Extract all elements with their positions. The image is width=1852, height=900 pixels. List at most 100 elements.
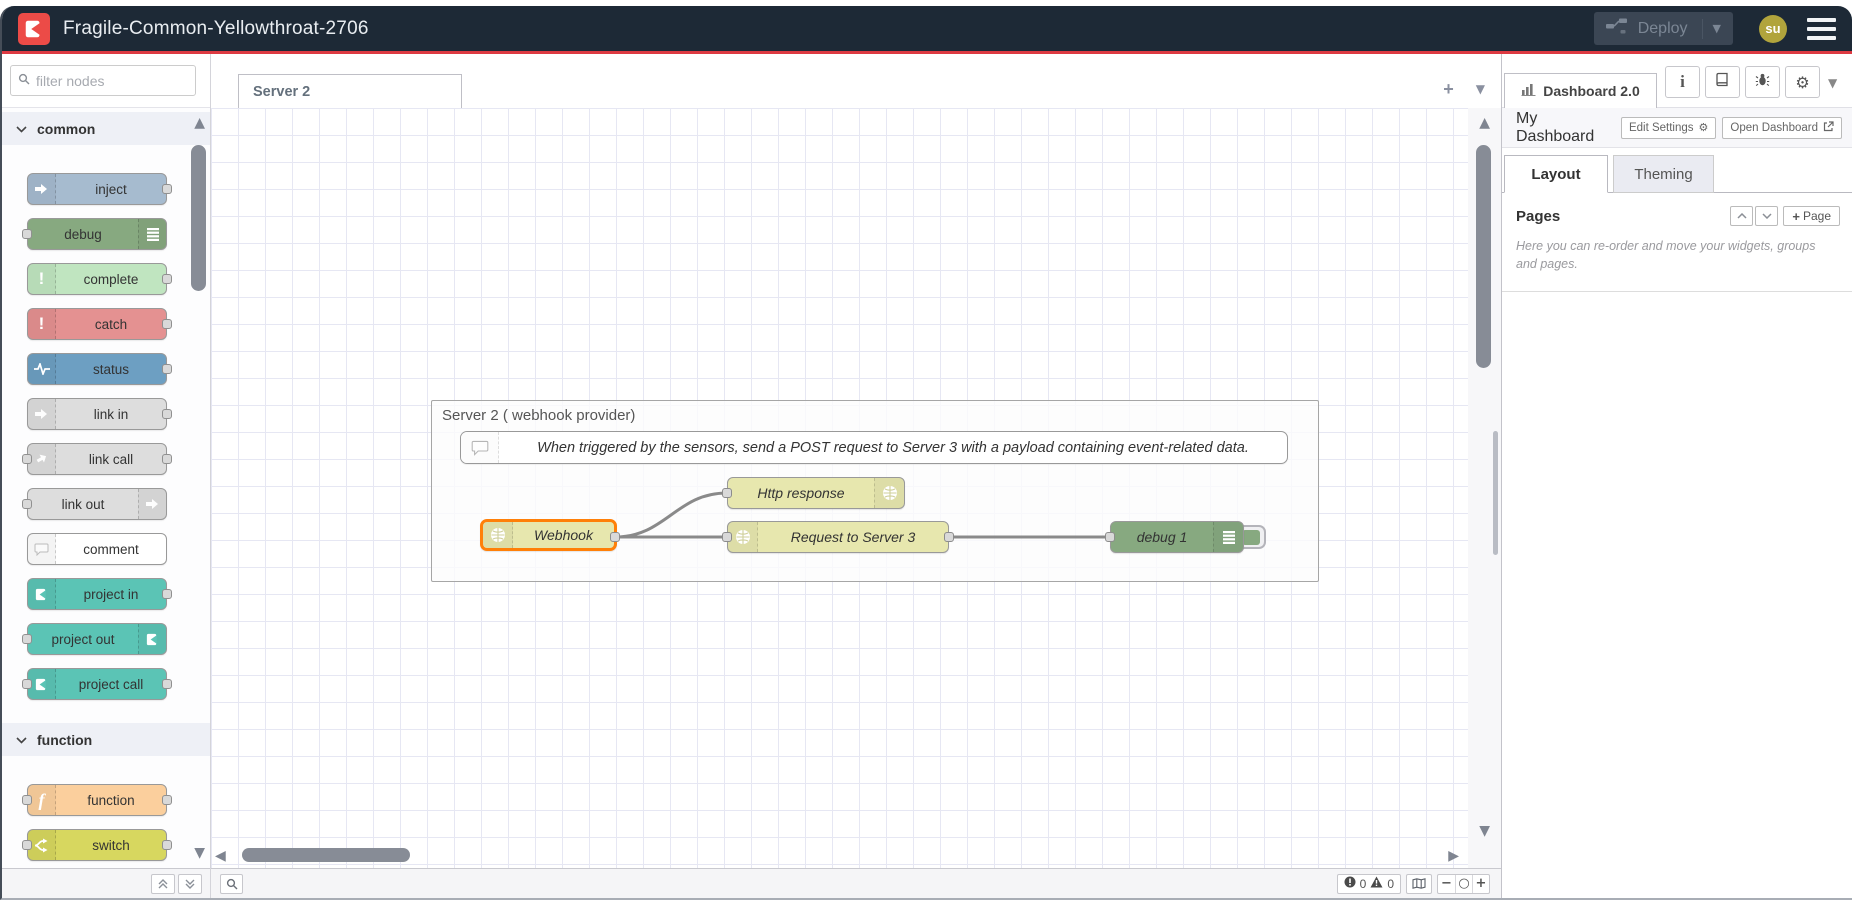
expand-categories-button[interactable] [178, 874, 202, 894]
edit-settings-button[interactable]: Edit Settings ⚙ [1621, 117, 1716, 139]
node-port[interactable] [22, 840, 32, 850]
move-page-down-button[interactable] [1755, 206, 1778, 226]
sidebar-menu-caret-icon[interactable]: ▼ [1828, 76, 1837, 90]
node-port[interactable] [162, 274, 172, 284]
info-tab-button[interactable]: i [1665, 66, 1700, 98]
config-nodes-tab-button[interactable]: ⚙ [1785, 66, 1820, 98]
globe-icon [483, 522, 513, 548]
node-port[interactable] [162, 679, 172, 689]
palette-footer [2, 868, 210, 898]
user-avatar[interactable]: su [1759, 15, 1787, 43]
canvas-vscrollbar-thumb[interactable] [1476, 145, 1491, 368]
link-arrow-icon [138, 489, 166, 519]
node-output-port[interactable] [944, 532, 954, 542]
node-port[interactable] [162, 409, 172, 419]
node-port[interactable] [22, 634, 32, 644]
comment-text: When triggered by the sensors, send a PO… [499, 432, 1287, 463]
deploy-dropdown-caret-icon[interactable]: ▼ [1713, 22, 1721, 35]
notifications-badge[interactable]: 0 0 [1337, 874, 1401, 894]
flow-list-caret-icon[interactable]: ▼ [1476, 82, 1485, 96]
node-port[interactable] [22, 454, 32, 464]
canvas-scroll-down-icon[interactable]: ▼ [1479, 824, 1490, 838]
debug-tab-button[interactable] [1745, 66, 1780, 98]
open-dashboard-button[interactable]: Open Dashboard [1722, 117, 1842, 139]
node-output-port[interactable] [610, 532, 620, 542]
palette-filter-box[interactable] [10, 65, 196, 96]
flow-canvas[interactable]: Server 2 ( webhook provider) When trigge… [211, 108, 1501, 868]
flow-node-request-to-server-3[interactable]: Request to Server 3 [727, 521, 949, 553]
palette-node-project-in[interactable]: project in [27, 578, 167, 610]
palette-node-status[interactable]: status [27, 353, 167, 385]
tab-dashboard-2[interactable]: Dashboard 2.0 [1504, 73, 1657, 108]
canvas-hscrollbar-track[interactable]: ◀ ▶ [211, 847, 1468, 865]
canvas-hscrollbar-thumb[interactable] [242, 848, 410, 862]
page-scrollbar-thumb[interactable] [1493, 431, 1498, 555]
move-page-up-button[interactable] [1730, 206, 1753, 226]
palette-node-list: common inject debug ! complete [2, 108, 210, 868]
palette-category-common[interactable]: common [2, 112, 210, 145]
search-flows-button[interactable] [220, 874, 243, 894]
search-icon [18, 72, 30, 90]
node-port[interactable] [162, 795, 172, 805]
node-port[interactable] [162, 364, 172, 374]
project-logo-icon [138, 624, 166, 654]
function-f-icon: f [28, 785, 56, 815]
add-page-button[interactable]: +Page [1783, 206, 1840, 226]
palette-node-inject[interactable]: inject [27, 173, 167, 205]
node-port[interactable] [162, 319, 172, 329]
help-tab-button[interactable] [1705, 66, 1740, 98]
palette-node-debug[interactable]: debug [27, 218, 167, 250]
canvas-scroll-right-icon[interactable]: ▶ [1448, 849, 1459, 863]
filter-nodes-input[interactable] [36, 73, 188, 89]
palette-scrollbar-thumb[interactable] [191, 145, 206, 291]
palette-node-project-call[interactable]: project call [27, 668, 167, 700]
canvas-scroll-up-icon[interactable]: ▲ [1479, 116, 1490, 130]
flow-node-webhook[interactable]: Webhook [480, 519, 617, 551]
palette-node-link-call[interactable]: link call [27, 443, 167, 475]
node-port[interactable] [22, 229, 32, 239]
palette-node-switch[interactable]: switch [27, 829, 167, 861]
node-port[interactable] [22, 679, 32, 689]
deploy-button[interactable]: Deploy ▼ [1594, 12, 1733, 45]
palette-node-complete[interactable]: ! complete [27, 263, 167, 295]
node-port[interactable] [22, 795, 32, 805]
palette-node-function[interactable]: f function [27, 784, 167, 816]
exclamation-icon: ! [28, 264, 56, 294]
main-menu-button[interactable] [1807, 18, 1836, 40]
node-port[interactable] [22, 499, 32, 509]
node-input-port[interactable] [1105, 532, 1115, 542]
palette-scroll-up-icon[interactable]: ▲ [194, 116, 205, 130]
tab-layout[interactable]: Layout [1504, 155, 1608, 193]
warning-count: 0 [1387, 877, 1394, 891]
link-arrow-icon [28, 444, 56, 474]
canvas-scroll-left-icon[interactable]: ◀ [215, 849, 226, 863]
palette-node-comment[interactable]: comment [27, 533, 167, 565]
zoom-out-button[interactable]: − [1438, 875, 1455, 893]
node-port[interactable] [162, 589, 172, 599]
canvas-vscrollbar-track[interactable]: ▲ ▼ [1468, 108, 1501, 868]
palette-node-catch[interactable]: ! catch [27, 308, 167, 340]
node-input-port[interactable] [722, 488, 732, 498]
navigator-button[interactable] [1406, 874, 1432, 894]
node-port[interactable] [162, 840, 172, 850]
palette-node-link-out[interactable]: link out [27, 488, 167, 520]
tab-theming[interactable]: Theming [1613, 155, 1714, 193]
collapse-categories-button[interactable] [151, 874, 175, 894]
node-port[interactable] [162, 184, 172, 194]
flow-tab-server-2[interactable]: Server 2 [238, 74, 462, 108]
add-flow-button[interactable]: + [1443, 79, 1454, 100]
pages-heading: Pages [1516, 208, 1728, 225]
flow-node-http-response[interactable]: Http response [727, 477, 905, 509]
palette-node-project-out[interactable]: project out [27, 623, 167, 655]
zoom-reset-button[interactable]: ○ [1455, 875, 1472, 893]
external-link-icon [1823, 121, 1834, 135]
palette-node-link-in[interactable]: link in [27, 398, 167, 430]
node-input-port[interactable] [722, 532, 732, 542]
palette-category-function[interactable]: function [2, 723, 210, 756]
flow-node-debug-1[interactable]: debug 1 [1110, 521, 1244, 553]
palette-scroll-down-icon[interactable]: ▼ [194, 846, 205, 860]
gear-icon: ⚙ [1699, 121, 1709, 134]
node-port[interactable] [162, 454, 172, 464]
zoom-in-button[interactable]: + [1472, 875, 1489, 893]
flow-node-comment[interactable]: When triggered by the sensors, send a PO… [460, 431, 1288, 464]
